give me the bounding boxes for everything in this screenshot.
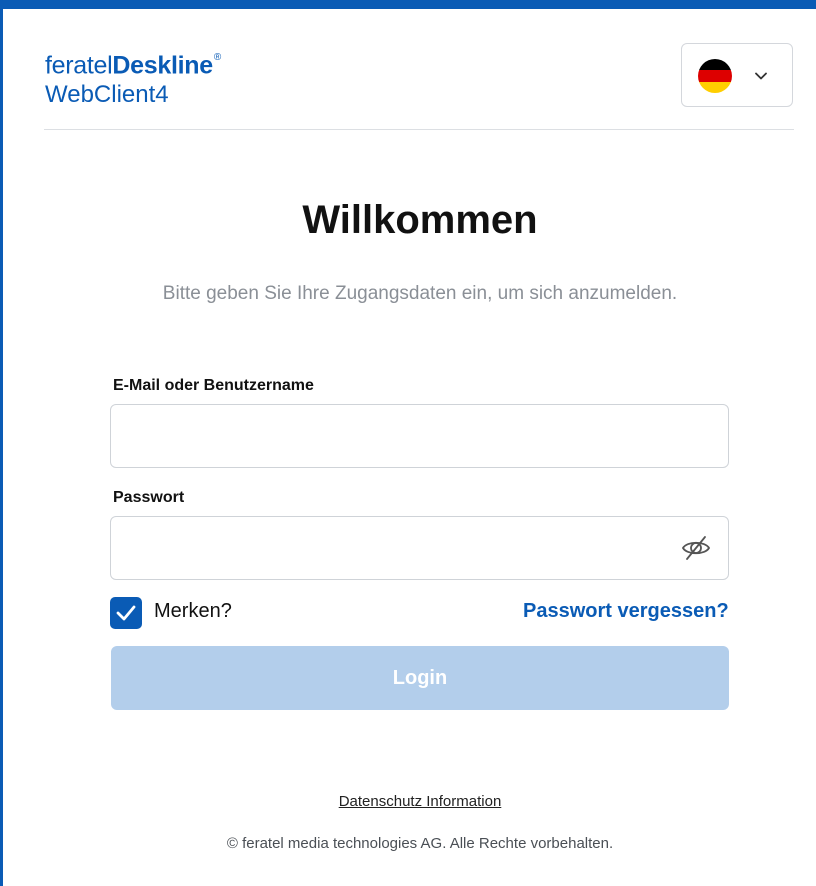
forgot-password-link[interactable]: Passwort vergessen? <box>523 600 729 623</box>
password-input[interactable] <box>110 516 729 580</box>
eye-off-icon[interactable] <box>680 532 712 564</box>
logo-brand: Deskline <box>112 51 213 80</box>
germany-flag-icon <box>698 59 732 93</box>
page-subtitle: Bitte geben Sie Ihre Zugangsdaten ein, u… <box>162 283 678 304</box>
checkmark-icon <box>116 605 136 621</box>
page-title: Willkommen <box>302 198 538 242</box>
logo: feratelDeskline® WebClient4 <box>45 48 221 109</box>
chevron-down-icon <box>755 72 767 80</box>
logo-prefix: feratel <box>45 51 113 80</box>
privacy-link[interactable]: Datenschutz Information <box>0 793 816 810</box>
password-label: Passwort <box>113 489 185 506</box>
remember-checkbox[interactable] <box>110 597 142 629</box>
language-select[interactable] <box>681 43 793 107</box>
top-accent-bar <box>0 0 816 9</box>
logo-registered-mark: ® <box>213 52 221 63</box>
logo-product: WebClient4 <box>45 81 169 109</box>
username-label: E-Mail oder Benutzername <box>113 377 314 394</box>
header-divider <box>44 129 794 130</box>
login-button[interactable]: Login <box>111 646 729 710</box>
copyright-text: © feratel media technologies AG. Alle Re… <box>226 835 614 852</box>
remember-label: Merken? <box>154 600 232 622</box>
username-input[interactable] <box>110 404 729 468</box>
